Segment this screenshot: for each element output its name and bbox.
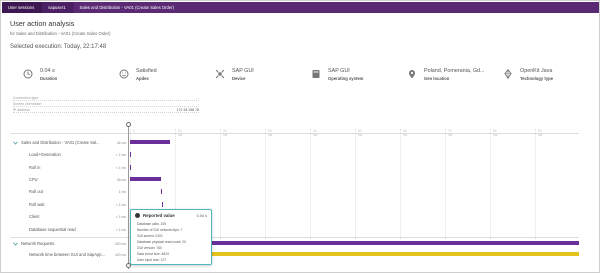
app-frame: User sessions sapuser1 Sales and Distrib…	[0, 0, 600, 273]
property-row: IP address 172.18.158.78	[13, 107, 199, 113]
page-subtitle: for Sales and Distribution - VA01 (Creat…	[10, 31, 111, 36]
tooltip-line: User input size: 127	[137, 258, 167, 262]
selected-execution[interactable]: Selected execution: Today, 22:17:48	[10, 44, 106, 50]
properties-list: Connection type - Screen orientation - IP …	[13, 95, 199, 113]
timeline-row[interactable]: Load+Generation < 1 ms	[11, 151, 129, 160]
timeline-row-network-requests[interactable]: Network Requests 420 ms	[11, 240, 129, 249]
timeline-tick: 90 ms	[535, 129, 542, 239]
tile-technology-type: OpenKit Java Technology type	[503, 68, 553, 90]
tooltip-line: GUI screen: 0101	[137, 234, 163, 238]
reported-value-tooltip: Reported value 0.04 s Database calls: 10…	[130, 209, 212, 265]
timeline-bar[interactable]	[130, 152, 131, 157]
smiley-icon	[119, 69, 129, 79]
info-icon	[135, 213, 140, 218]
timeline-row[interactable]: Network time between GUI and SapApp... 4…	[11, 251, 129, 260]
timeline-tick: 60 ms	[400, 129, 407, 239]
clock-icon	[23, 69, 33, 79]
chevron-down-icon[interactable]	[13, 242, 18, 246]
timeline-bar[interactable]	[162, 202, 163, 207]
breadcrumb-item-action[interactable]: Sales and Distribution - VA01 (Create Sa…	[73, 2, 182, 13]
location-pin-icon	[409, 70, 415, 79]
tile-apdex: Satisfied Apdex	[119, 68, 157, 90]
breadcrumb: User sessions sapuser1 Sales and Distrib…	[2, 2, 599, 13]
timeline-divider	[11, 133, 579, 134]
page-title: User action analysis	[10, 19, 75, 28]
timeline-row[interactable]: CPU 35 ms	[11, 176, 129, 185]
timeline-bar-user-action[interactable]	[130, 140, 170, 144]
breadcrumb-item-user[interactable]: sapuser1	[42, 2, 74, 13]
timeline-tick: 50 ms	[355, 129, 362, 239]
chevron-down-icon[interactable]	[13, 141, 18, 145]
tooltip-line: Data in/out size: 4624	[137, 252, 169, 256]
kite-icon	[504, 69, 512, 79]
timeline-row[interactable]: Roll in < 1 ms	[11, 164, 129, 173]
timeline-tick: 30 ms	[265, 129, 272, 239]
timeline-bar-cpu[interactable]	[130, 177, 161, 181]
app-window-icon	[312, 70, 320, 78]
tile-operating-system: SAP GUI Operating system	[311, 68, 363, 90]
timeline-tick: 40 ms	[310, 129, 317, 239]
tooltip-header: Reported value	[135, 213, 175, 218]
timeline-row[interactable]: Roll wait < 1 ms	[11, 201, 129, 210]
breadcrumb-item-user-sessions[interactable]: User sessions	[2, 2, 43, 13]
tooltip-line: Database physical read count: 20	[137, 240, 186, 244]
timeline-cursor-line	[128, 124, 129, 269]
timeline-row[interactable]: Roll out 1 ms	[11, 188, 129, 197]
timeline-row[interactable]: Database sequential read < 1 ms	[11, 226, 129, 235]
tile-duration: 0.04 s Duration	[23, 68, 57, 90]
timeline-row[interactable]: Client < 1 ms	[11, 213, 129, 222]
tile-geo-location: Poland, Pomerania, Gd... Geo location	[407, 68, 485, 90]
tooltip-value: 0.04 s	[196, 213, 207, 218]
tooltip-line: Number of GUI network trips: 7	[137, 228, 183, 232]
tile-device: SAP GUI Device	[215, 68, 254, 90]
timeline-divider	[11, 237, 579, 238]
timeline-bar[interactable]	[130, 165, 131, 170]
timeline-tick: 80 ms	[490, 129, 497, 239]
tooltip-line: Database calls: 105	[137, 222, 166, 226]
timeline-tick: 70 ms	[445, 129, 452, 239]
satellite-icon	[215, 69, 225, 79]
timeline-cursor-handle[interactable]	[126, 122, 131, 127]
tooltip-line: GUI version: 760	[137, 246, 162, 250]
timeline-bar[interactable]	[161, 189, 162, 194]
timeline-row-user-action[interactable]: Sales and Distribution - VA01 (Create Sa…	[11, 139, 129, 148]
timeline-tick: 20 ms	[220, 129, 227, 239]
